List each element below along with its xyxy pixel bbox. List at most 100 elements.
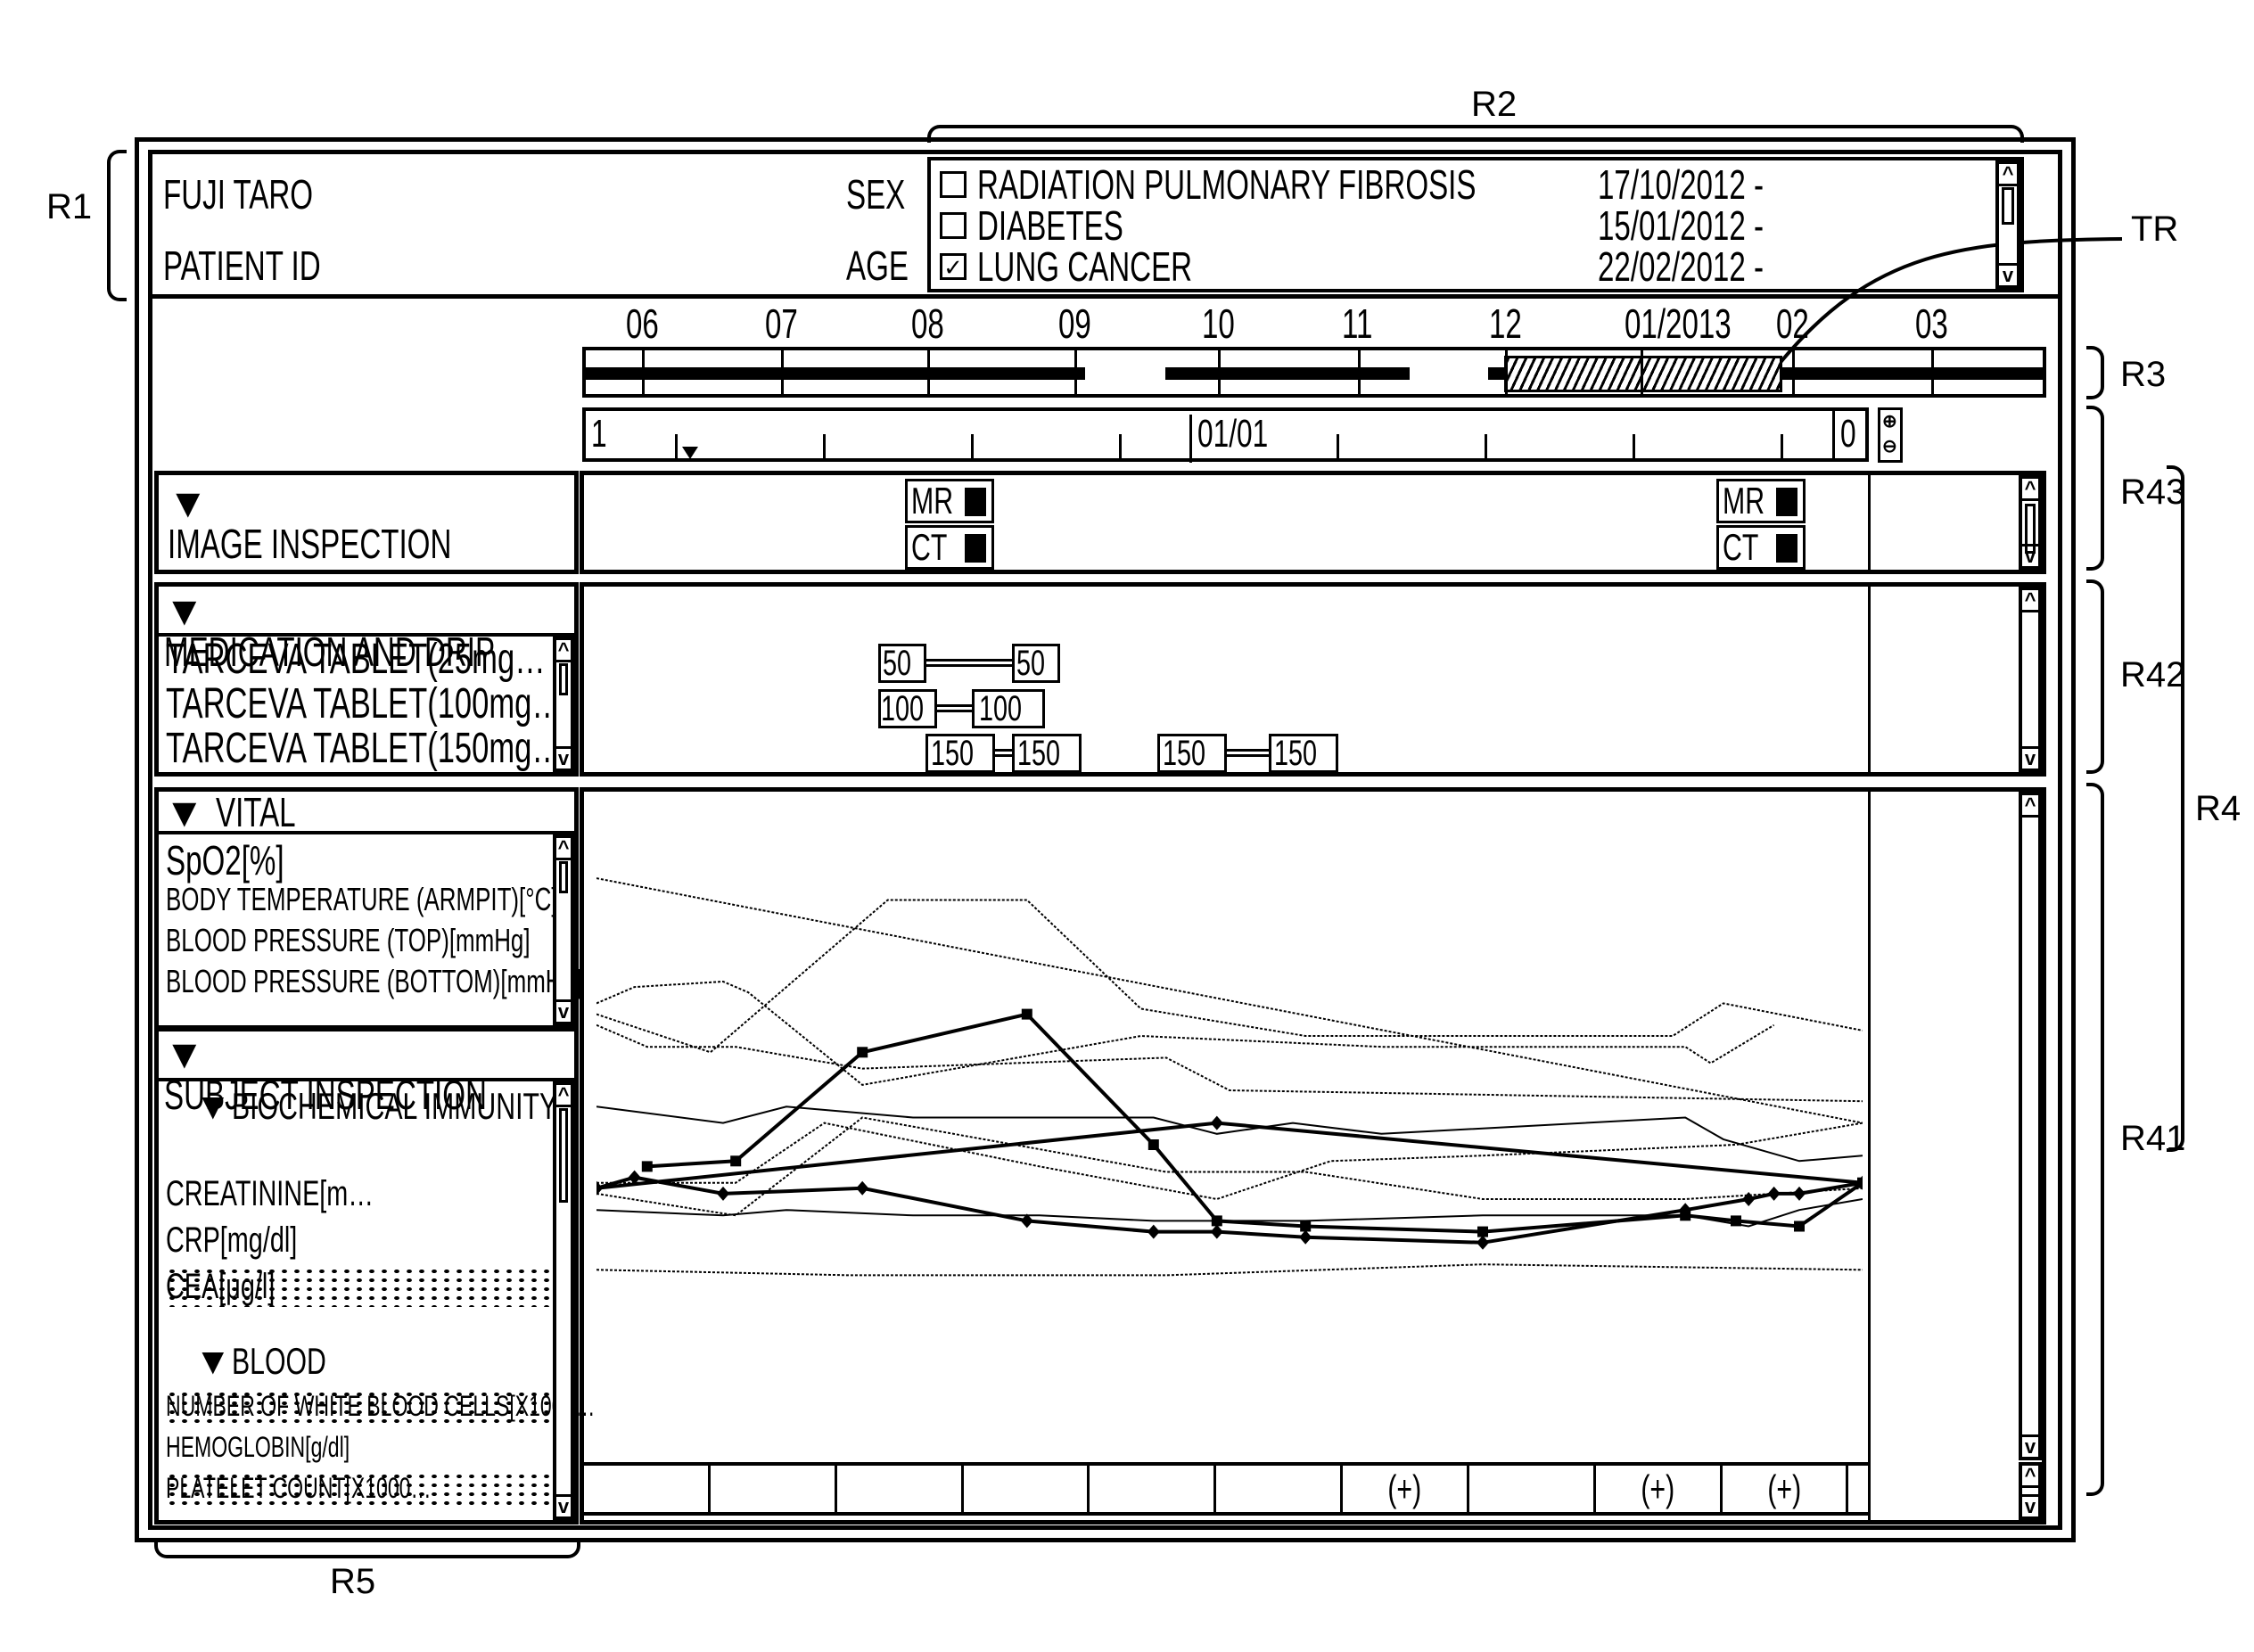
- scroll-thumb[interactable]: [559, 663, 568, 695]
- image-inspection-header[interactable]: ▼ IMAGE INSPECTION: [154, 471, 579, 574]
- chart-point-square[interactable]: [857, 1047, 868, 1058]
- dose-duration-bar[interactable]: [937, 704, 972, 712]
- chart-point-diamond[interactable]: [1299, 1229, 1312, 1245]
- scroll-down-icon[interactable]: v: [2022, 746, 2038, 768]
- vital-list-scrollbar[interactable]: ^ v: [553, 834, 574, 1025]
- scroll-down-icon[interactable]: v: [2022, 1494, 2038, 1516]
- scroll-down-icon[interactable]: v: [2022, 544, 2038, 566]
- medication-title[interactable]: ▼ MEDICATION AND DRIP: [164, 588, 623, 672]
- scroll-up-icon[interactable]: ^: [2022, 1466, 2038, 1488]
- chart-series-line[interactable]: [596, 980, 1775, 1086]
- scroll-down-icon[interactable]: v: [2022, 1434, 2038, 1457]
- disease-row[interactable]: ✓ LUNG CANCER 22/02/2012 -: [940, 246, 1992, 287]
- dose-start-marker[interactable]: 150: [925, 734, 995, 773]
- bottom-row-cell[interactable]: [837, 1466, 964, 1512]
- disease-list-scrollbar[interactable]: ^ v: [1995, 160, 2020, 289]
- scroll-up-icon[interactable]: ^: [2022, 479, 2038, 501]
- bottom-row-cell[interactable]: [1216, 1466, 1344, 1512]
- subject-inspection-title[interactable]: ▼ SUBJECT INSPECTION: [164, 1031, 613, 1115]
- medication-track-scrollbar[interactable]: ^ v: [2019, 587, 2042, 772]
- dose-end-marker[interactable]: 100: [972, 689, 1045, 728]
- subject-item[interactable]: CRP[mg/dl]: [166, 1221, 558, 1261]
- chart-point-square[interactable]: [641, 1161, 653, 1172]
- bottom-row-cell[interactable]: [964, 1466, 1090, 1512]
- scroll-up-icon[interactable]: ^: [556, 1085, 571, 1107]
- collapse-triangle-icon[interactable]: ▼: [164, 588, 205, 634]
- collapse-triangle-icon[interactable]: ▼: [168, 480, 209, 526]
- collapse-triangle-icon[interactable]: ▼: [164, 789, 205, 835]
- image-event-chip[interactable]: CT: [905, 525, 994, 570]
- image-event-chip[interactable]: MR: [905, 479, 994, 523]
- bottom-row-cell[interactable]: (+): [1343, 1466, 1469, 1512]
- bottom-row-scrollbar[interactable]: ^ v: [2019, 1462, 2042, 1520]
- scroll-thumb[interactable]: [559, 861, 568, 893]
- subject-item[interactable]: HEMOGLOBIN[g/dl]: [166, 1431, 558, 1464]
- chart-point-square[interactable]: [730, 1155, 742, 1167]
- checkbox-checked[interactable]: ✓: [940, 253, 967, 280]
- chart-point-diamond[interactable]: [717, 1186, 729, 1201]
- dose-start-marker[interactable]: 100: [878, 689, 937, 728]
- dose-end-marker[interactable]: 150: [1012, 734, 1082, 773]
- checkbox-unchecked[interactable]: [940, 212, 967, 239]
- dose-duration-bar[interactable]: [926, 659, 1012, 667]
- bottom-row-cell[interactable]: [1090, 1466, 1217, 1512]
- bottom-row-cell[interactable]: [1469, 1466, 1596, 1512]
- scroll-up-icon[interactable]: ^: [2022, 590, 2038, 612]
- bottom-row-cell[interactable]: [711, 1466, 837, 1512]
- chart-point-square[interactable]: [1021, 1008, 1032, 1020]
- chart-point-diamond[interactable]: [856, 1180, 869, 1196]
- medication-list-scrollbar[interactable]: ^ v: [553, 637, 574, 772]
- chart-point-square[interactable]: [1300, 1221, 1312, 1232]
- scroll-thumb[interactable]: [2002, 187, 2014, 225]
- time-scale-bar[interactable]: 1 01/01 0: [582, 407, 1869, 463]
- scroll-down-icon[interactable]: v: [556, 746, 571, 768]
- timeline-bar[interactable]: [582, 347, 2046, 398]
- scroll-up-icon[interactable]: ^: [1999, 164, 2017, 186]
- chart-point-diamond[interactable]: [1210, 1115, 1223, 1130]
- chart-series-line[interactable]: [596, 1105, 1863, 1163]
- subject-item[interactable]: CREATININE[m…: [166, 1174, 558, 1214]
- chart-point-square[interactable]: [1148, 1139, 1159, 1150]
- vital-line-chart[interactable]: [596, 818, 1863, 1362]
- checkbox-unchecked[interactable]: [940, 171, 967, 198]
- chart-point-square[interactable]: [1794, 1221, 1805, 1232]
- image-inspection-scrollbar[interactable]: ^ v: [2019, 475, 2042, 570]
- chart-vertical-scrollbar[interactable]: ^ v: [2019, 792, 2042, 1460]
- chart-series-line[interactable]: [596, 1263, 1863, 1277]
- scroll-up-icon[interactable]: ^: [556, 640, 571, 662]
- chart-point-diamond[interactable]: [1477, 1235, 1489, 1250]
- vital-title[interactable]: ▼ VITAL: [164, 792, 327, 833]
- chart-point-diamond[interactable]: [1742, 1192, 1756, 1206]
- chart-series-line[interactable]: [596, 1122, 1863, 1201]
- chart-series-line[interactable]: [596, 877, 1863, 1124]
- current-position-marker[interactable]: [682, 447, 698, 459]
- chart-point-diamond[interactable]: [1793, 1186, 1806, 1201]
- chart-point-diamond[interactable]: [1210, 1224, 1223, 1239]
- bottom-row-cell[interactable]: (+): [1723, 1466, 1849, 1512]
- scroll-up-icon[interactable]: ^: [556, 838, 571, 860]
- collapse-triangle-icon[interactable]: ▼: [194, 1085, 232, 1127]
- chart-series-line[interactable]: [596, 1023, 1863, 1103]
- dose-start-marker[interactable]: 150: [1157, 734, 1227, 773]
- image-event-chip[interactable]: MR: [1716, 479, 1806, 523]
- scroll-up-icon[interactable]: ^: [2022, 795, 2038, 818]
- vital-item[interactable]: SpO2[%]: [166, 836, 330, 884]
- scroll-thumb[interactable]: [559, 1108, 568, 1203]
- dose-duration-bar[interactable]: [995, 749, 1012, 757]
- image-event-chip[interactable]: CT: [1716, 525, 1806, 570]
- subject-item-highlighted[interactable]: CEA[μg/l]: [166, 1267, 558, 1307]
- bottom-row-cell[interactable]: [584, 1466, 711, 1512]
- scroll-down-icon[interactable]: v: [1999, 263, 2017, 285]
- chart-point-diamond[interactable]: [1147, 1224, 1160, 1239]
- chart-point-square[interactable]: [1477, 1226, 1488, 1237]
- subject-list-scrollbar[interactable]: ^ v: [553, 1081, 574, 1520]
- scroll-down-icon[interactable]: v: [556, 1494, 571, 1516]
- scroll-down-icon[interactable]: v: [556, 999, 571, 1022]
- timeline-range-selection[interactable]: [1504, 356, 1782, 392]
- disease-row[interactable]: DIABETES 15/01/2012 -: [940, 205, 1992, 246]
- collapse-triangle-icon[interactable]: ▼: [164, 1031, 205, 1077]
- zoom-out-icon[interactable]: ⊖: [1882, 437, 1900, 460]
- subject-group-header[interactable]: ▼BLOOD: [194, 1340, 363, 1383]
- subject-item-highlighted[interactable]: PLATELET COUNT[X1000…: [166, 1472, 558, 1505]
- chart-series-line[interactable]: [596, 899, 1863, 1054]
